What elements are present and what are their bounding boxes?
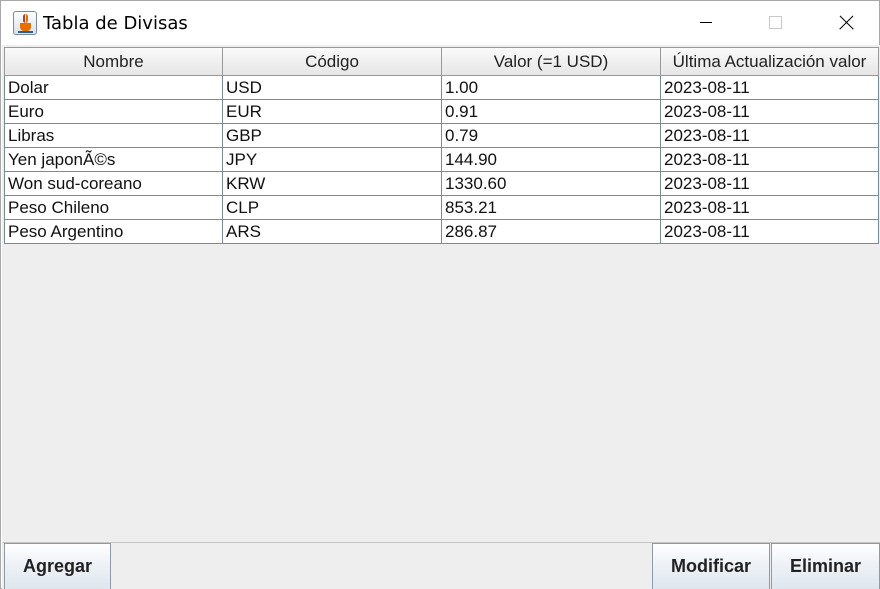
table-cell[interactable]: CLP bbox=[223, 196, 442, 220]
delete-button[interactable]: Eliminar bbox=[771, 543, 880, 589]
column-header-nombre[interactable]: Nombre bbox=[4, 47, 223, 76]
table-cell[interactable]: Peso Chileno bbox=[4, 196, 223, 220]
table-cell[interactable]: 2023-08-11 bbox=[661, 124, 879, 148]
table-cell[interactable]: Euro bbox=[4, 100, 223, 124]
table-cell[interactable]: 1.00 bbox=[442, 76, 661, 100]
java-cup-icon[interactable] bbox=[13, 11, 37, 35]
table-cell[interactable]: USD bbox=[223, 76, 442, 100]
table-row[interactable]: Libras GBP 0.79 2023-08-11 bbox=[4, 124, 879, 148]
main-window: Tabla de Divisas Nombre Código Valor (=1… bbox=[0, 0, 880, 589]
maximize-icon bbox=[769, 16, 782, 29]
table-header: Nombre Código Valor (=1 USD) Última Actu… bbox=[4, 47, 879, 76]
table-cell[interactable]: 286.87 bbox=[442, 220, 661, 244]
table-cell[interactable]: Won sud-coreano bbox=[4, 172, 223, 196]
column-header-codigo[interactable]: Código bbox=[223, 47, 442, 76]
table-cell[interactable]: 0.79 bbox=[442, 124, 661, 148]
table-cell[interactable]: 2023-08-11 bbox=[661, 76, 879, 100]
table-cell[interactable]: GBP bbox=[223, 124, 442, 148]
window-title: Tabla de Divisas bbox=[43, 13, 188, 34]
table-row[interactable]: Peso Chileno CLP 853.21 2023-08-11 bbox=[4, 196, 879, 220]
content-pane: Nombre Código Valor (=1 USD) Última Actu… bbox=[2, 45, 880, 589]
maximize-button[interactable] bbox=[752, 1, 798, 45]
table-cell[interactable]: 1330.60 bbox=[442, 172, 661, 196]
title-bar[interactable]: Tabla de Divisas bbox=[1, 1, 879, 45]
table-cell[interactable]: Libras bbox=[4, 124, 223, 148]
column-header-valor[interactable]: Valor (=1 USD) bbox=[442, 47, 661, 76]
column-header-ultima-actualizacion[interactable]: Última Actualización valor bbox=[661, 47, 879, 76]
table-cell[interactable]: Yen japonÃ©s bbox=[4, 148, 223, 172]
table-cell[interactable]: JPY bbox=[223, 148, 442, 172]
table-cell[interactable]: 2023-08-11 bbox=[661, 196, 879, 220]
table-cell[interactable]: Peso Argentino bbox=[4, 220, 223, 244]
currency-table[interactable]: Nombre Código Valor (=1 USD) Última Actu… bbox=[4, 47, 879, 244]
table-cell[interactable]: 2023-08-11 bbox=[661, 172, 879, 196]
add-button[interactable]: Agregar bbox=[4, 543, 111, 589]
table-cell[interactable]: 2023-08-11 bbox=[661, 100, 879, 124]
table-row[interactable]: Peso Argentino ARS 286.87 2023-08-11 bbox=[4, 220, 879, 244]
table-cell[interactable]: 0.91 bbox=[442, 100, 661, 124]
table-cell[interactable]: 2023-08-11 bbox=[661, 220, 879, 244]
table-row[interactable]: Yen japonÃ©s JPY 144.90 2023-08-11 bbox=[4, 148, 879, 172]
table-cell[interactable]: KRW bbox=[223, 172, 442, 196]
minimize-icon bbox=[700, 22, 712, 23]
table-row[interactable]: Dolar USD 1.00 2023-08-11 bbox=[4, 76, 879, 100]
button-bar: Agregar Modificar Eliminar bbox=[3, 542, 880, 589]
table-cell[interactable]: 853.21 bbox=[442, 196, 661, 220]
table-row[interactable]: Euro EUR 0.91 2023-08-11 bbox=[4, 100, 879, 124]
table-cell[interactable]: 144.90 bbox=[442, 148, 661, 172]
table-cell[interactable]: Dolar bbox=[4, 76, 223, 100]
close-button[interactable] bbox=[823, 1, 869, 45]
table-row[interactable]: Won sud-coreano KRW 1330.60 2023-08-11 bbox=[4, 172, 879, 196]
modify-button[interactable]: Modificar bbox=[652, 543, 770, 589]
minimize-button[interactable] bbox=[683, 1, 729, 45]
table-cell[interactable]: 2023-08-11 bbox=[661, 148, 879, 172]
table-body: Dolar USD 1.00 2023-08-11 Euro EUR 0.91 … bbox=[4, 76, 879, 244]
table-cell[interactable]: ARS bbox=[223, 220, 442, 244]
table-cell[interactable]: EUR bbox=[223, 100, 442, 124]
